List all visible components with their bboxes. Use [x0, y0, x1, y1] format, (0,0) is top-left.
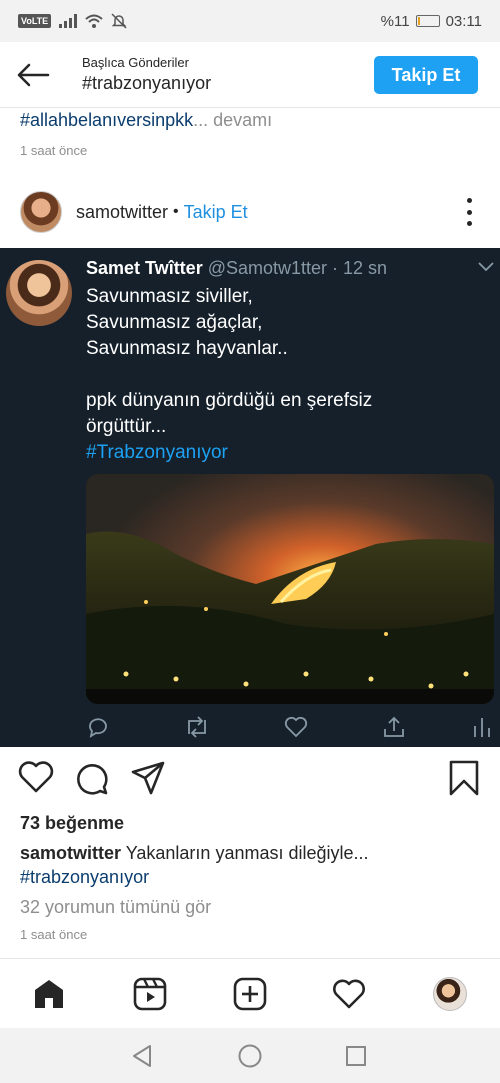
caption-hashtag[interactable]: #trabzonyanıyor — [20, 867, 149, 888]
avatar[interactable] — [20, 191, 62, 233]
tweet-line: ppk dünyanın gördüğü en şerefsiz — [86, 390, 373, 411]
wildfire-photo — [86, 474, 494, 704]
back-triangle-icon — [133, 1045, 151, 1067]
app-header: Başlıca Gönderiler #trabzonyanıyor Takip… — [0, 42, 500, 108]
system-navigation — [0, 1028, 500, 1083]
recents-square-icon — [346, 1046, 366, 1066]
share-icon[interactable] — [130, 760, 166, 796]
post-username[interactable]: samotwitter — [76, 202, 168, 223]
comment-icon[interactable] — [74, 760, 110, 796]
nav-profile[interactable] — [432, 976, 468, 1012]
post-follow-button[interactable]: Takip Et — [184, 202, 248, 223]
tweet-handle-time: @Samotw1tter · 12 sn — [207, 258, 388, 278]
header-subtitle: Başlıca Gönderiler — [82, 55, 189, 70]
reels-icon — [133, 977, 167, 1011]
profile-avatar — [433, 977, 467, 1011]
share-icon[interactable] — [382, 715, 406, 739]
signal-icon — [59, 14, 78, 28]
system-back-button[interactable] — [128, 1042, 156, 1070]
tweet-line: Savunmasız ağaçlar, — [86, 312, 263, 333]
view-all-comments-link[interactable]: 32 yorumun tümünü gör — [20, 897, 211, 918]
nav-home[interactable] — [31, 976, 67, 1012]
tweet-line: Savunmasız siviller, — [86, 286, 253, 307]
caption-more-link[interactable]: ... devamı — [193, 110, 272, 130]
chevron-down-icon — [478, 262, 494, 272]
wifi-icon — [85, 14, 103, 28]
tweet-author-name: Samet Twîtter — [86, 258, 203, 278]
tweet-hashtag: #Trabzonyanıyor — [86, 442, 228, 463]
tweet-line: Savunmasız hayvanlar.. — [86, 338, 288, 359]
home-circle-icon — [238, 1044, 262, 1068]
like-icon[interactable] — [284, 716, 308, 738]
tweet-header: Samet Twîtter @Samotw1tter · 12 sn — [86, 258, 387, 279]
mute-icon — [111, 13, 127, 29]
tweet-text: Savunmasız siviller, Savunmasız ağaçlar,… — [86, 284, 486, 466]
likes-count[interactable]: 73 beğenme — [20, 813, 124, 834]
follow-hashtag-button[interactable]: Takip Et — [374, 56, 478, 94]
tweet-avatar — [6, 260, 72, 326]
post-header: samotwitter • Takip Et — [0, 188, 500, 236]
battery-percent: %11 — [380, 12, 410, 30]
nav-add-post[interactable] — [232, 976, 268, 1012]
clock: 03:11 — [445, 12, 482, 30]
previous-post-caption: #allahbelanıversinpkk... devamı — [20, 110, 272, 131]
bottom-navigation — [0, 958, 500, 1028]
post-time: 1 saat önce — [20, 927, 88, 942]
caption-username[interactable]: samotwitter — [20, 843, 121, 863]
previous-caption-hashtag[interactable]: #allahbelanıversinpkk — [20, 110, 193, 130]
heart-icon[interactable] — [18, 760, 54, 794]
system-home-button[interactable] — [236, 1042, 264, 1070]
system-recents-button[interactable] — [342, 1042, 370, 1070]
home-icon — [35, 980, 63, 1008]
post-caption: samotwitter Yakanların yanması dileğiyle… — [20, 843, 369, 864]
tweet-action-bar — [86, 714, 494, 740]
battery-icon — [415, 15, 440, 27]
post-image-tweet[interactable]: Samet Twîtter @Samotw1tter · 12 sn Savun… — [0, 248, 500, 747]
volte-icon: VoLTE — [18, 14, 52, 28]
tweet-line: örgüttür... — [86, 416, 167, 437]
caption-text: Yakanların yanması dileğiyle... — [125, 843, 369, 863]
nav-reels[interactable] — [132, 976, 168, 1012]
back-button[interactable] — [0, 42, 66, 108]
reply-icon[interactable] — [86, 716, 110, 738]
retweet-icon[interactable] — [184, 716, 210, 738]
activity-heart-icon — [333, 979, 365, 1009]
status-bar: VoLTE %11 03:11 — [0, 0, 500, 42]
more-options-icon[interactable] — [464, 198, 474, 226]
nav-activity[interactable] — [331, 976, 367, 1012]
previous-post-time: 1 saat önce — [20, 143, 88, 158]
post-action-bar — [0, 760, 500, 802]
bookmark-icon[interactable] — [448, 760, 480, 796]
page-title: #trabzonyanıyor — [82, 73, 212, 93]
add-post-icon — [233, 977, 267, 1011]
back-arrow-icon — [17, 63, 50, 86]
analytics-icon[interactable] — [472, 716, 492, 738]
separator-dot: • — [173, 203, 179, 220]
